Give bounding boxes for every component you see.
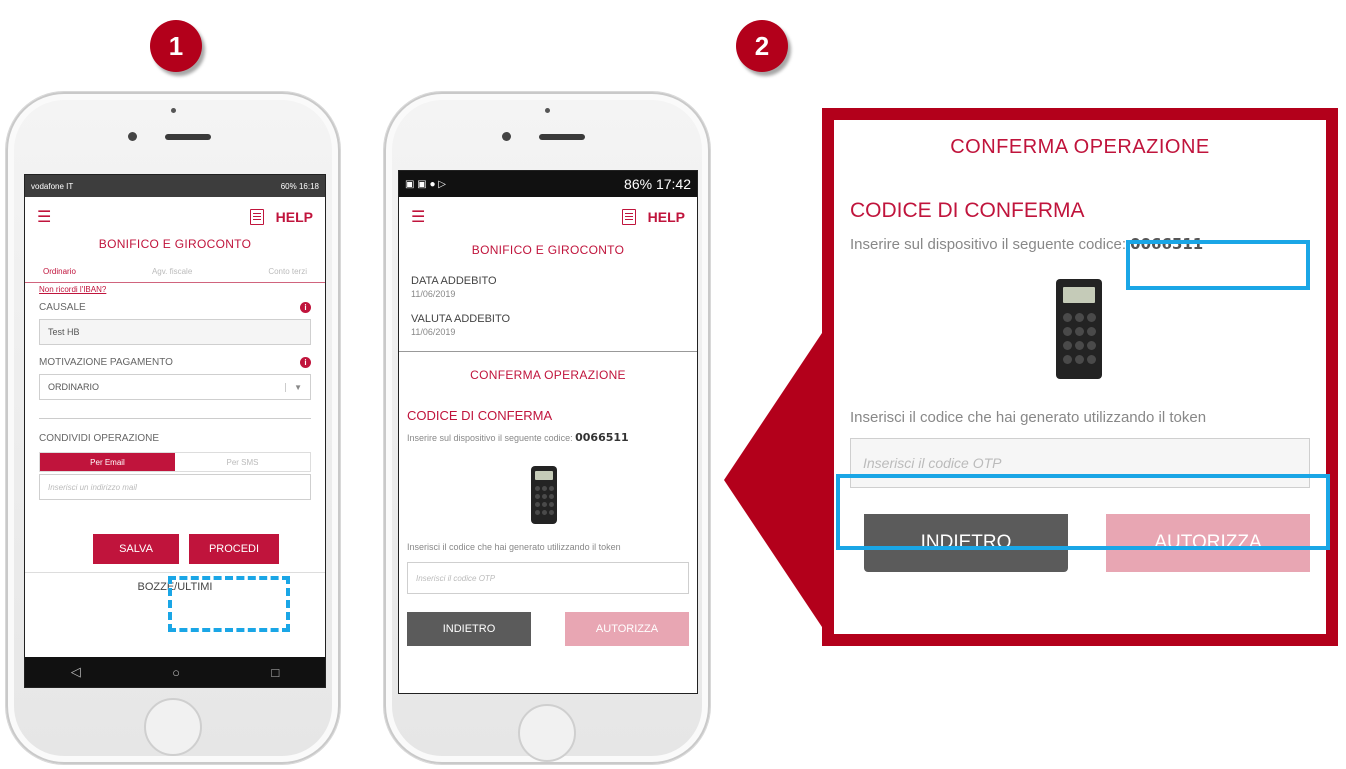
zoom-panel: CONFERMA OPERAZIONE CODICE DI CONFERMA I…: [822, 108, 1338, 646]
android-nav-bar: ◁ ○ □: [25, 657, 325, 687]
menu-icon[interactable]: ☰: [411, 207, 425, 227]
iban-help-link[interactable]: Non ricordi l'IBAN?: [25, 283, 325, 296]
codice-text: Inserire sul dispositivo il seguente cod…: [407, 433, 573, 443]
data-addebito-label: DATA ADDEBITO: [411, 275, 497, 287]
status-bar: vodafone IT 60% 16:18: [25, 175, 325, 197]
share-sms-option[interactable]: Per SMS: [175, 453, 310, 471]
procedi-highlight: [168, 576, 290, 632]
battery-clock-text: 86% 17:42: [624, 176, 691, 192]
phone-1-frame: vodafone IT 60% 16:18 ☰ HELP BONIFICO E …: [6, 92, 340, 764]
menu-icon[interactable]: ☰: [37, 207, 51, 227]
data-addebito-value: 11/06/2019: [411, 289, 456, 299]
causale-value: Test HB: [48, 327, 80, 337]
motivazione-label-row: MOTIVAZIONE PAGAMENTO i: [25, 357, 325, 368]
causale-input[interactable]: Test HB: [39, 319, 311, 345]
motivazione-value: ORDINARIO: [48, 382, 100, 392]
home-button: [518, 704, 576, 762]
zoom-conferma-title: CONFERMA OPERAZIONE: [950, 136, 1210, 158]
phone-2-screen: ▣ ▣ ● ▷ 86% 17:42 ☰ HELP BONIFICO E GIRO…: [398, 170, 698, 694]
page-title: BONIFICO E GIROCONTO: [471, 243, 625, 257]
token-device-icon: [531, 466, 557, 524]
action-buttons: SALVA PROCEDI: [25, 534, 325, 564]
procedi-button[interactable]: PROCEDI: [189, 534, 279, 564]
zoom-token-instruction: Inserisci il codice che hai generato uti…: [850, 409, 1207, 426]
causale-label-row: CAUSALE i: [25, 302, 325, 313]
valuta-addebito-value: 11/06/2019: [411, 327, 456, 337]
list-icon[interactable]: [249, 209, 264, 225]
phone-sensor: [545, 108, 550, 113]
carrier-text: vodafone IT: [31, 181, 74, 191]
email-input[interactable]: Inserisci un indirizzo mail: [39, 474, 311, 500]
codice-highlight: [1126, 240, 1310, 290]
motivazione-label: MOTIVAZIONE PAGAMENTO: [39, 357, 173, 368]
indietro-button[interactable]: INDIETRO: [407, 612, 531, 646]
email-placeholder: Inserisci un indirizzo mail: [48, 482, 137, 492]
data-addebito-field: DATA ADDEBITO 11/06/2019: [399, 275, 697, 299]
causale-label: CAUSALE: [39, 302, 86, 313]
zoom-codice-title: CODICE DI CONFERMA: [850, 199, 1085, 222]
zoom-codice-word: codice:: [1078, 236, 1126, 253]
codice-title: CODICE DI CONFERMA: [407, 408, 553, 423]
help-link[interactable]: HELP: [276, 209, 313, 225]
motivazione-select[interactable]: ORDINARIO ▼: [39, 374, 311, 400]
phone-camera: [502, 132, 511, 141]
tab-ordinario[interactable]: Ordinario: [43, 267, 76, 276]
autorizza-button[interactable]: AUTORIZZA: [565, 612, 689, 646]
share-toggle: Per Email Per SMS: [39, 452, 311, 472]
codice-instruction: Inserire sul dispositivo il seguente cod…: [399, 431, 697, 444]
codice-value: 0066511: [575, 431, 629, 444]
tutorial-canvas: 1 2 vodafone IT 60% 16:18 ☰ HELP BONIFIC…: [0, 0, 1346, 769]
phone-2-frame: ▣ ▣ ● ▷ 86% 17:42 ☰ HELP BONIFICO E GIRO…: [384, 92, 710, 764]
transfer-tabs: Ordinario Agv. fiscale Conto terzi: [25, 261, 325, 283]
step-badge-1: 1: [150, 20, 202, 72]
salva-button[interactable]: SALVA: [93, 534, 179, 564]
phone-camera: [128, 132, 137, 141]
app-bar: ☰ HELP: [25, 197, 325, 237]
conferma-title: CONFERMA OPERAZIONE: [470, 368, 626, 382]
token-area: [399, 444, 697, 530]
info-icon[interactable]: i: [300, 357, 311, 368]
list-icon[interactable]: [621, 209, 636, 225]
action-buttons: INDIETRO AUTORIZZA: [399, 612, 697, 646]
zoom-otp-placeholder: Inserisci il codice OTP: [863, 455, 1002, 471]
page-title: BONIFICO E GIROCONTO: [98, 237, 252, 251]
back-icon[interactable]: ◁: [71, 664, 81, 680]
token-instruction: Inserisci il codice che hai generato uti…: [407, 542, 621, 552]
battery-clock-text: 60% 16:18: [280, 181, 319, 191]
tab-conto-terzi[interactable]: Conto terzi: [268, 267, 307, 276]
divider: [399, 351, 697, 352]
condividi-label: CONDIVIDI OPERAZIONE: [39, 433, 160, 444]
step-badge-2: 2: [736, 20, 788, 72]
divider: [39, 418, 311, 419]
otp-input[interactable]: Inserisci il codice OTP: [407, 562, 689, 594]
chevron-down-icon: ▼: [285, 382, 302, 392]
otp-placeholder: Inserisci il codice OTP: [416, 573, 496, 583]
callout-pointer: [724, 330, 824, 630]
phone-speaker: [539, 134, 585, 140]
token-device-icon: [1056, 279, 1102, 379]
tab-agevolazioni[interactable]: Agv. fiscale: [152, 267, 192, 276]
notification-icons: ▣ ▣ ● ▷: [405, 178, 446, 190]
share-email-option[interactable]: Per Email: [40, 453, 175, 471]
valuta-addebito-label: VALUTA ADDEBITO: [411, 313, 511, 325]
zoom-codice-text: Inserire sul dispositivo il seguente: [850, 236, 1075, 253]
help-link[interactable]: HELP: [648, 209, 685, 225]
recents-icon[interactable]: □: [271, 665, 279, 680]
info-icon[interactable]: i: [300, 302, 311, 313]
valuta-addebito-field: VALUTA ADDEBITO 11/06/2019: [399, 313, 697, 337]
app-bar: ☰ HELP: [399, 197, 697, 237]
home-icon[interactable]: ○: [172, 665, 180, 680]
home-button: [144, 698, 202, 756]
condividi-label-row: CONDIVIDI OPERAZIONE: [25, 433, 325, 444]
status-bar: ▣ ▣ ● ▷ 86% 17:42: [399, 171, 697, 197]
phone-speaker: [165, 134, 211, 140]
otp-highlight: [836, 474, 1330, 550]
phone-sensor: [171, 108, 176, 113]
